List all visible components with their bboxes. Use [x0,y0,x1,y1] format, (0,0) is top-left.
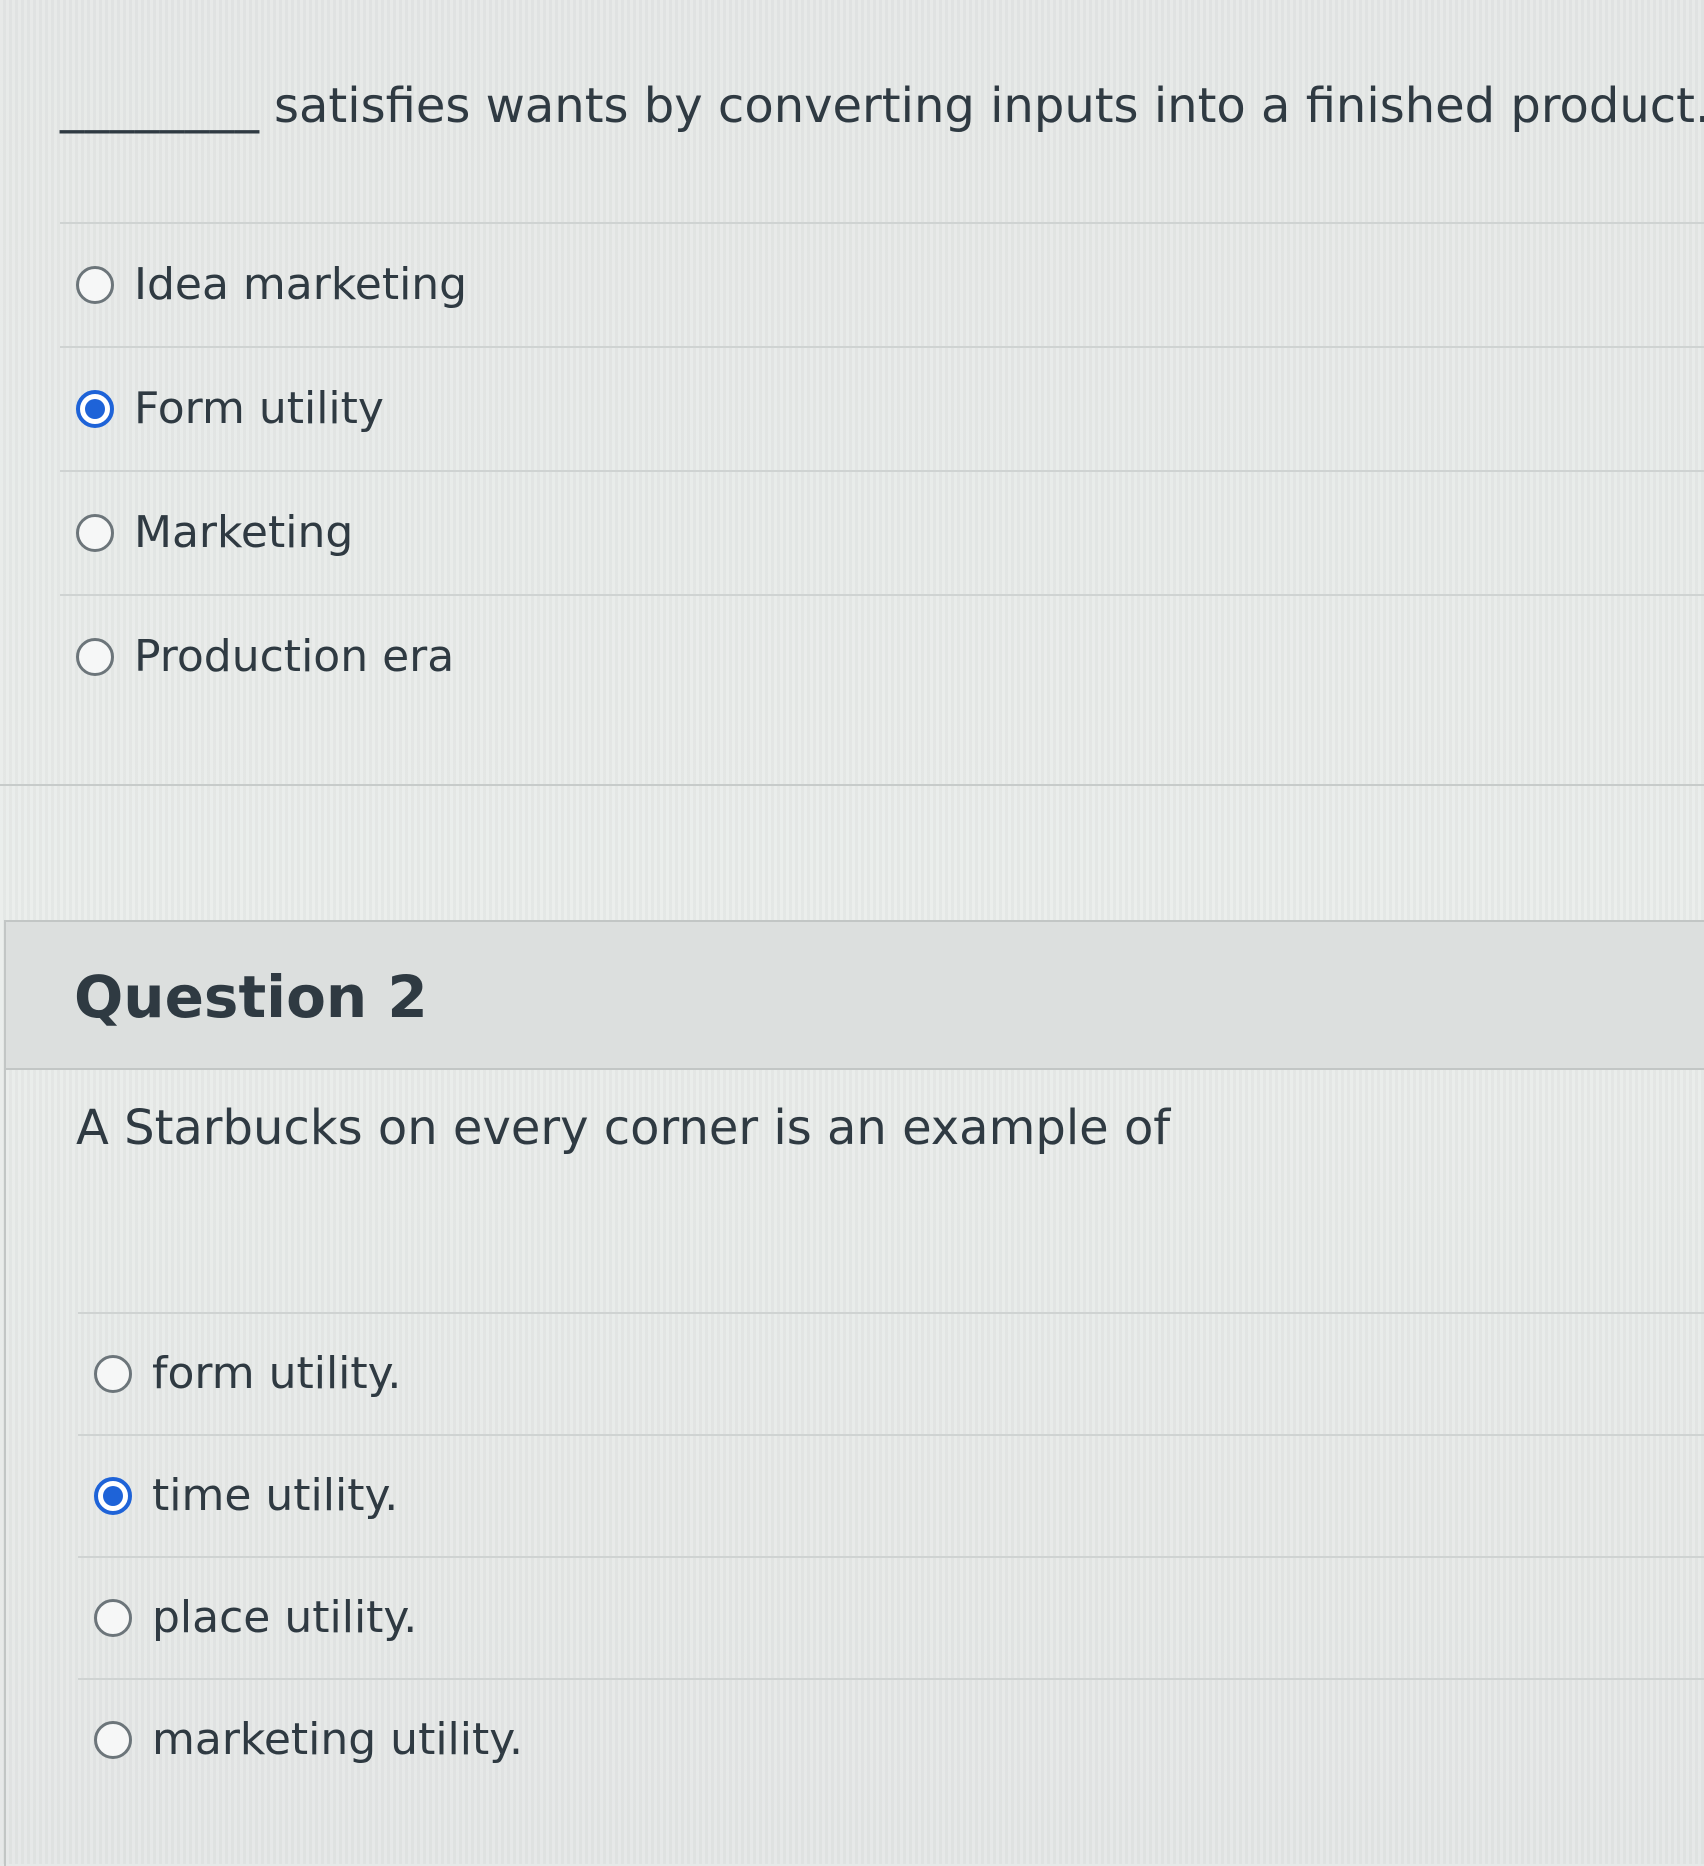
answer-option[interactable]: time utility. [78,1436,1704,1558]
radio-button[interactable] [76,638,114,676]
answer-label[interactable]: form utility. [152,1346,401,1402]
question-2-answers: form utility. time utility. place utilit… [78,1312,1704,1800]
radio-button[interactable] [76,266,114,304]
radio-button[interactable] [76,514,114,552]
quiz-page: ________ satisfies wants by converting in… [0,0,1704,1866]
answer-option[interactable]: Production era [60,596,1704,718]
answer-label[interactable]: time utility. [152,1468,398,1524]
question-1-prompt: ________ satisfies wants by converting in… [60,74,1704,138]
radio-button-selected[interactable] [76,390,114,428]
answer-label[interactable]: place utility. [152,1590,417,1646]
answer-option[interactable]: marketing utility. [78,1680,1704,1800]
radio-button[interactable] [94,1599,132,1637]
question-1-text: satisfies wants by converting inputs int… [274,78,1704,134]
answer-label[interactable]: marketing utility. [152,1712,523,1768]
answer-option[interactable]: form utility. [78,1314,1704,1436]
question-1-answers: Idea marketing Form utility Marketing Pr… [60,222,1704,718]
answer-option[interactable]: Marketing [60,472,1704,596]
radio-button-selected[interactable] [94,1477,132,1515]
question-2: Question 2 A Starbucks on every corner i… [4,920,1704,1866]
question-2-text: A Starbucks on every corner is an exampl… [76,1100,1171,1156]
answer-option[interactable]: Form utility [60,348,1704,472]
answer-label[interactable]: Production era [134,629,454,685]
answer-option[interactable]: place utility. [78,1558,1704,1680]
question-header: Question 2 [6,922,1704,1070]
answer-label[interactable]: Idea marketing [134,257,467,313]
radio-button[interactable] [94,1721,132,1759]
question-1: ________ satisfies wants by converting in… [0,0,1704,786]
answer-label[interactable]: Marketing [134,505,353,561]
answer-option[interactable]: Idea marketing [60,224,1704,348]
radio-button[interactable] [94,1355,132,1393]
fill-in-blank: ________ [60,78,260,134]
question-title: Question 2 [74,963,428,1031]
answer-label[interactable]: Form utility [134,381,384,437]
